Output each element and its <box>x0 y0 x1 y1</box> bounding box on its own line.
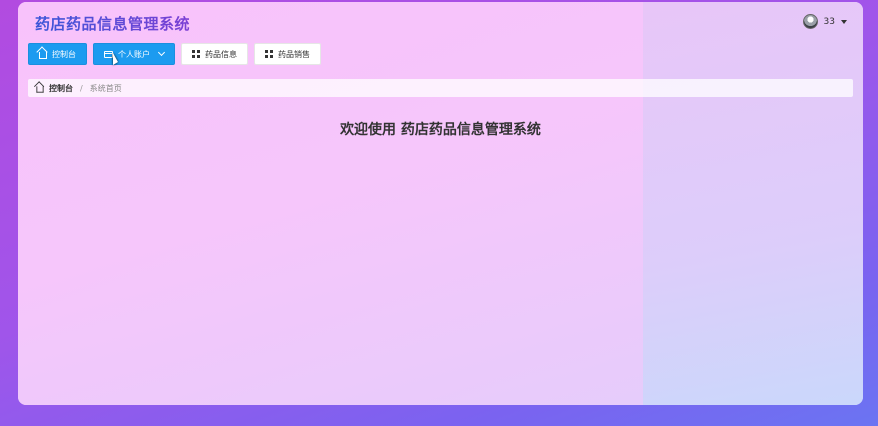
caret-down-icon[interactable] <box>841 19 847 24</box>
home-icon[interactable] <box>36 86 44 93</box>
nav-drug-info-button[interactable]: 药品信息 <box>181 43 248 65</box>
home-icon <box>39 52 47 59</box>
chevron-down-icon <box>157 48 166 57</box>
breadcrumb-root[interactable]: 控制台 <box>49 83 73 94</box>
main-window: 药店药品信息管理系统 33 控制台 个人账户 药品信息 药品销售 控制台 / 系… <box>18 2 863 405</box>
breadcrumb-current: 系统首页 <box>89 83 122 93</box>
grid-icon <box>192 50 200 58</box>
app-title: 药店药品信息管理系统 <box>35 15 191 33</box>
nav-drug-sales-label: 药品销售 <box>278 49 310 59</box>
nav-drug-sales-button[interactable]: 药品销售 <box>254 43 321 65</box>
nav-dashboard-label: 控制台 <box>52 49 76 59</box>
nav-account-button[interactable]: 个人账户 <box>93 43 175 65</box>
avatar[interactable] <box>802 14 818 29</box>
nav-account-label: 个人账户 <box>118 49 150 59</box>
nav-drug-info-label: 药品信息 <box>205 49 237 59</box>
nav-dashboard-button[interactable]: 控制台 <box>28 43 87 65</box>
top-nav: 控制台 个人账户 药品信息 药品销售 <box>28 43 321 65</box>
user-menu[interactable]: 33 <box>802 14 847 29</box>
breadcrumb: 控制台 / 系统首页 <box>28 79 853 97</box>
welcome-heading: 欢迎使用 药店药品信息管理系统 <box>340 122 541 138</box>
card-icon <box>104 50 113 58</box>
username[interactable]: 33 <box>824 17 835 27</box>
grid-icon <box>265 50 273 58</box>
breadcrumb-separator: / <box>80 83 83 93</box>
